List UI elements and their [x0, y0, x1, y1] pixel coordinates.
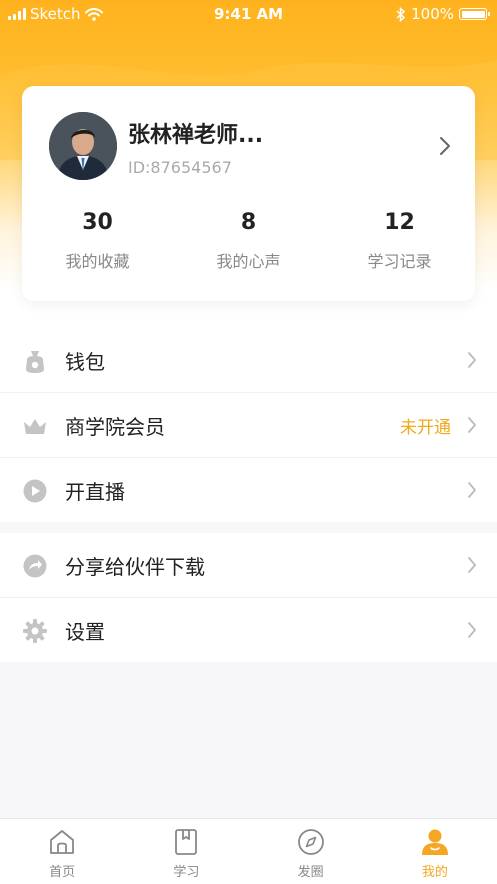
chevron-right-icon	[468, 482, 476, 498]
menu-item-start-live[interactable]: 开直播	[0, 457, 497, 522]
profile-card[interactable]: 张林禅老师... ID:87654567 30 我的收藏 8 我的心声 12 学…	[22, 86, 475, 301]
user-id: ID:87654567	[128, 158, 232, 177]
tab-bar: 首页 学习 发圈 我的	[0, 818, 497, 884]
user-name: 张林禅老师...	[128, 123, 264, 148]
menu-label: 设置	[65, 619, 105, 644]
compass-icon	[297, 829, 324, 855]
stat-value: 12	[384, 210, 415, 235]
tab-home[interactable]: 首页	[0, 819, 124, 884]
menu-item-settings[interactable]: 设置	[0, 597, 497, 662]
stat-label: 学习记录	[367, 252, 432, 271]
home-icon	[50, 830, 75, 854]
menu-group-misc: 分享给伙伴下载 设置	[0, 533, 497, 662]
chevron-right-icon	[468, 417, 476, 433]
tab-label: 我的	[421, 865, 448, 880]
tab-me[interactable]: 我的	[373, 819, 497, 884]
crown-icon	[24, 419, 46, 434]
profile-stats: 30 我的收藏 8 我的心声 12 学习记录	[22, 210, 475, 272]
gear-icon	[23, 619, 47, 643]
menu-label: 商学院会员	[65, 414, 165, 439]
chevron-right-icon[interactable]	[439, 136, 451, 156]
play-icon	[23, 479, 47, 503]
tab-label: 首页	[49, 865, 76, 880]
status-right: 100%	[396, 5, 490, 23]
menu-item-wallet[interactable]: 钱包	[0, 328, 497, 392]
tab-study[interactable]: 学习	[124, 819, 248, 884]
avatar-portrait	[49, 112, 117, 180]
chevron-right-icon	[468, 622, 476, 638]
menu-item-business-school-member[interactable]: 商学院会员 未开通	[0, 392, 497, 457]
battery-icon	[459, 8, 490, 20]
stat-value: 30	[82, 210, 113, 235]
menu-item-share-download[interactable]: 分享给伙伴下载	[0, 533, 497, 597]
user-icon	[421, 829, 448, 855]
tab-label: 学习	[173, 865, 200, 880]
menu-label: 开直播	[65, 479, 125, 504]
stat-voices[interactable]: 8 我的心声	[173, 210, 324, 272]
chevron-right-icon	[468, 352, 476, 368]
tab-label: 发圈	[297, 865, 324, 880]
battery-percent: 100%	[411, 5, 454, 23]
share-icon	[23, 554, 47, 578]
membership-status: 未开通	[400, 417, 451, 438]
wallet-icon	[26, 351, 44, 373]
menu-label: 钱包	[65, 349, 105, 374]
stat-favorites[interactable]: 30 我的收藏	[22, 210, 173, 272]
avatar[interactable]	[49, 112, 117, 180]
menu-label: 分享给伙伴下载	[65, 554, 205, 579]
tab-moments[interactable]: 发圈	[249, 819, 373, 884]
bluetooth-icon	[396, 6, 406, 22]
stat-label: 我的心声	[216, 252, 281, 271]
book-icon	[175, 829, 198, 855]
menu-group-account: 钱包 商学院会员 未开通 开直播	[0, 328, 497, 522]
stat-study-records[interactable]: 12 学习记录	[324, 210, 475, 272]
stat-label: 我的收藏	[65, 252, 130, 271]
chevron-right-icon	[468, 557, 476, 573]
status-bar: Sketch 9:41 AM 100%	[0, 0, 497, 30]
stat-value: 8	[240, 210, 257, 235]
